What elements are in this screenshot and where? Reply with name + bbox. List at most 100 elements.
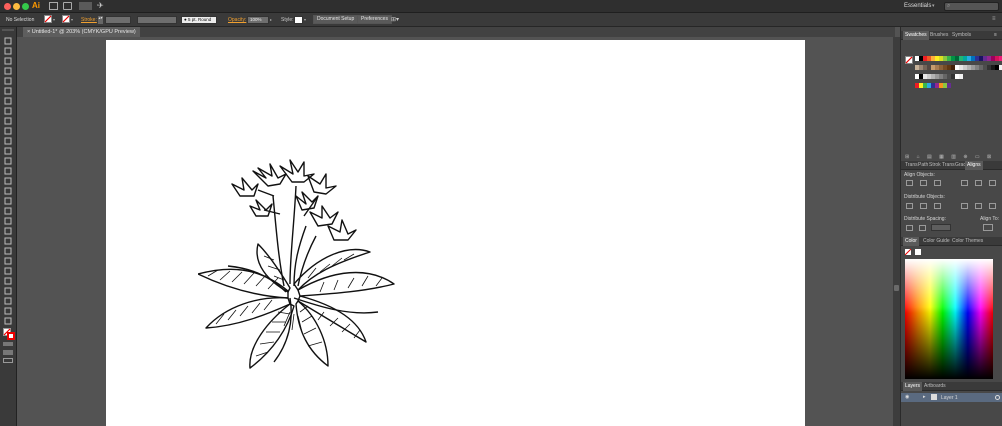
- tab-artboards[interactable]: Artboards: [922, 382, 948, 391]
- distribute-vcenter-icon[interactable]: [920, 203, 927, 209]
- distribute-top-icon[interactable]: [906, 203, 913, 209]
- control-menu-icon[interactable]: ≡: [992, 16, 996, 22]
- tab-symbols[interactable]: Symbols: [950, 31, 973, 40]
- line-tool-icon[interactable]: [3, 107, 13, 115]
- swatch[interactable]: [959, 74, 963, 79]
- zoom-window-button[interactable]: [22, 3, 29, 10]
- blend-tool-icon[interactable]: [3, 257, 13, 265]
- drawing-mode-icon[interactable]: [3, 350, 13, 355]
- opacity-label[interactable]: Opacity:: [228, 17, 246, 23]
- shape-builder-tool-icon[interactable]: [3, 207, 13, 215]
- gradient-tool-icon[interactable]: [3, 237, 13, 245]
- align-center-icon[interactable]: [920, 180, 927, 186]
- layer-row[interactable]: ◉ ▸ Layer 1: [901, 393, 1002, 402]
- search-input[interactable]: ⌕: [944, 2, 999, 11]
- selection-tool-icon[interactable]: [3, 37, 13, 45]
- tab-align[interactable]: Aligns: [965, 161, 983, 170]
- magic-wand-tool-icon[interactable]: [3, 57, 13, 65]
- stock-icon[interactable]: [63, 2, 72, 10]
- distribute-left-icon[interactable]: [961, 203, 968, 209]
- distribute-vspace-icon[interactable]: [906, 225, 913, 231]
- zoom-tool-icon[interactable]: [3, 317, 13, 325]
- lasso-tool-icon[interactable]: [3, 67, 13, 75]
- stroke-weight-field[interactable]: [105, 16, 131, 24]
- stroke-color-box[interactable]: [7, 332, 15, 340]
- scale-tool-icon[interactable]: [3, 177, 13, 185]
- distribute-hspace-icon[interactable]: [919, 225, 926, 231]
- vertical-scrollbar[interactable]: [893, 37, 900, 426]
- bridge-icon[interactable]: [49, 2, 58, 10]
- workspace-chevron-icon[interactable]: ▾: [932, 3, 935, 9]
- hand-tool-icon[interactable]: [3, 307, 13, 315]
- align-middle-icon[interactable]: [975, 180, 982, 186]
- tools-grip[interactable]: [2, 29, 14, 31]
- arrange-documents-icon[interactable]: [79, 2, 92, 10]
- mesh-tool-icon[interactable]: [3, 227, 13, 235]
- stroke-chevron-icon[interactable]: ▾: [71, 17, 73, 22]
- tab-brushes[interactable]: Brushes: [928, 31, 950, 40]
- color-mode-buttons[interactable]: [3, 342, 13, 346]
- spacing-value-field[interactable]: [931, 224, 951, 231]
- eraser-tool-icon[interactable]: [3, 157, 13, 165]
- slice-tool-icon[interactable]: [3, 297, 13, 305]
- panel-menu-icon[interactable]: ≡: [994, 32, 997, 38]
- color-spectrum[interactable]: [905, 259, 993, 379]
- fill-chevron-icon[interactable]: ▾: [53, 17, 55, 22]
- swatch-actions-toolbar[interactable]: ⊞ ⌂ ▤ ▦ ▥ ⊕ ▭ ⊠: [905, 154, 994, 160]
- swatches-fill-indicator[interactable]: [905, 56, 913, 64]
- column-graph-tool-icon[interactable]: [3, 277, 13, 285]
- pencil-tool-icon[interactable]: [3, 147, 13, 155]
- free-transform-tool-icon[interactable]: [3, 197, 13, 205]
- align-right-icon[interactable]: [934, 180, 941, 186]
- arrange-icon[interactable]: ⊞▾: [391, 16, 399, 23]
- tab-swatches[interactable]: Swatches: [903, 31, 929, 40]
- pen-tool-icon[interactable]: [3, 77, 13, 85]
- style-chevron-icon[interactable]: ▾: [304, 17, 306, 22]
- minimize-window-button[interactable]: [13, 3, 20, 10]
- preferences-button[interactable]: Preferences: [357, 15, 392, 24]
- eyedropper-tool-icon[interactable]: [3, 247, 13, 255]
- scrollbar-thumb[interactable]: [894, 285, 899, 291]
- perspective-grid-tool-icon[interactable]: [3, 217, 13, 225]
- stroke-swatch[interactable]: [62, 15, 70, 23]
- align-top-icon[interactable]: [961, 180, 968, 186]
- direct-selection-tool-icon[interactable]: [3, 47, 13, 55]
- target-circle-icon[interactable]: [995, 395, 1000, 400]
- rectangle-tool-icon[interactable]: [3, 117, 13, 125]
- curvature-tool-icon[interactable]: [3, 87, 13, 95]
- stroke-weight-stepper[interactable]: ▴▾: [98, 16, 103, 24]
- align-left-icon[interactable]: [906, 180, 913, 186]
- opacity-chevron-icon[interactable]: ▸: [270, 17, 272, 22]
- tab-layers[interactable]: Layers: [903, 382, 923, 391]
- rotate-tool-icon[interactable]: [3, 167, 13, 175]
- width-tool-icon[interactable]: [3, 187, 13, 195]
- close-window-button[interactable]: [4, 3, 11, 10]
- symbol-sprayer-tool-icon[interactable]: [3, 267, 13, 275]
- color-white-box[interactable]: [915, 249, 921, 255]
- artboard-tool-icon[interactable]: [3, 287, 13, 295]
- document-setup-button[interactable]: Document Setup: [313, 15, 359, 24]
- align-to-dropdown[interactable]: [983, 224, 993, 231]
- type-tool-icon[interactable]: [3, 97, 13, 105]
- fill-swatch[interactable]: [44, 15, 52, 23]
- variable-width-profile[interactable]: [137, 16, 177, 24]
- color-none-box[interactable]: [905, 249, 911, 255]
- distribute-right-icon[interactable]: [989, 203, 996, 209]
- screen-mode-icon[interactable]: [3, 358, 13, 363]
- visibility-eye-icon[interactable]: ◉: [905, 394, 909, 400]
- tab-color[interactable]: Color: [903, 237, 919, 246]
- opacity-field[interactable]: 100%: [247, 16, 269, 24]
- artboard[interactable]: [106, 40, 805, 426]
- tab-color-guide[interactable]: Color Guide: [921, 237, 952, 246]
- paintbrush-tool-icon[interactable]: [3, 127, 13, 135]
- swatch[interactable]: [947, 83, 951, 88]
- align-bottom-icon[interactable]: [989, 180, 996, 186]
- stroke-label[interactable]: Stroke:: [81, 17, 97, 23]
- brush-definition-dropdown[interactable]: ● 5 pt. Round: [181, 16, 217, 24]
- graphic-style-swatch[interactable]: [294, 16, 303, 24]
- gpu-performance-icon[interactable]: ✈: [97, 1, 104, 10]
- hosta-plant-illustration[interactable]: [198, 156, 398, 374]
- distribute-hcenter-icon[interactable]: [975, 203, 982, 209]
- distribute-bottom-icon[interactable]: [934, 203, 941, 209]
- shaper-tool-icon[interactable]: [3, 137, 13, 145]
